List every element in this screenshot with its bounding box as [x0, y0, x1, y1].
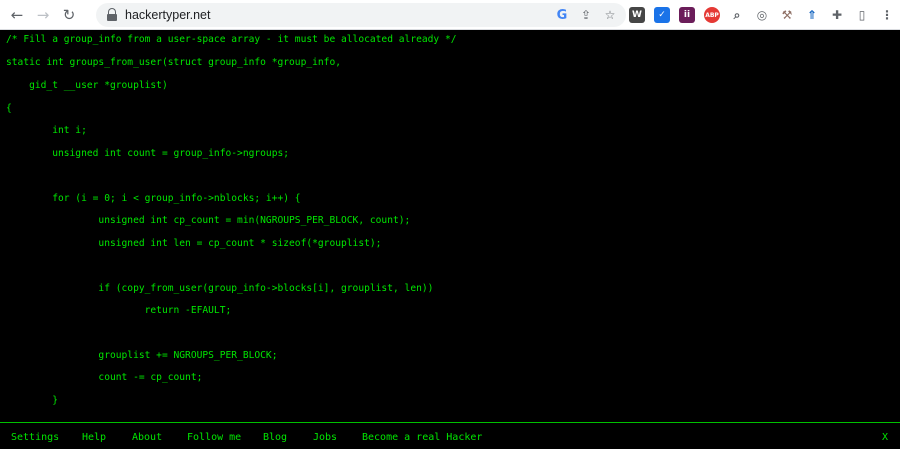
bookmark-star-icon[interactable]: ☆ [602, 7, 618, 23]
tools-extension-icon[interactable]: ⚒ [779, 7, 795, 23]
google-lens-icon[interactable]: G [554, 7, 570, 23]
settings-link[interactable]: Settings [11, 432, 59, 443]
code-line: } [6, 395, 58, 406]
about-link[interactable]: About [132, 432, 162, 443]
code-line: grouplist += NGROUPS_PER_BLOCK; [6, 350, 278, 361]
share-icon[interactable]: ⇪ [578, 7, 594, 23]
code-line: if (copy_from_user(group_info->blocks[i]… [6, 283, 434, 294]
tree-extension-icon[interactable]: ⇑ [804, 7, 820, 23]
browser-toolbar: ← → ↻ hackertyper.net G ⇪ ☆ W ✓ ii ABP ⌕ ◎ ⚒ ⇑ ✚… [0, 0, 900, 30]
abp-extension-icon[interactable]: ABP [704, 7, 720, 23]
footer-bar: Settings Help About Follow me Blog Jobs … [0, 422, 900, 449]
code-line: /* Fill a group_info from a user-space a… [6, 34, 457, 45]
follow-me-link[interactable]: Follow me [187, 432, 241, 443]
menu-dots-icon[interactable]: ⋮ [879, 7, 895, 23]
forward-arrow-icon[interactable]: → [30, 2, 56, 28]
close-footer-button[interactable]: X [882, 432, 888, 443]
jobs-link[interactable]: Jobs [313, 432, 337, 443]
check-extension-icon[interactable]: ✓ [654, 7, 670, 23]
puzzle-extension-icon[interactable]: ✚ [829, 7, 845, 23]
help-link[interactable]: Help [82, 432, 106, 443]
lock-icon[interactable] [105, 8, 119, 22]
wordpress-extension-icon[interactable]: W [629, 7, 645, 23]
code-line: gid_t __user *grouplist) [6, 80, 168, 91]
code-line: count -= cp_count; [6, 372, 203, 383]
code-line: unsigned int cp_count = min(NGROUPS_PER_… [6, 215, 411, 226]
code-line: unsigned int count = group_info->ngroups… [6, 148, 290, 159]
sidebar-icon[interactable]: ▯ [854, 7, 870, 23]
code-line: unsigned int len = cp_count * sizeof(*gr… [6, 238, 382, 249]
reload-icon[interactable]: ↻ [56, 2, 82, 28]
search-extension-icon[interactable]: ⌕ [729, 7, 745, 23]
code-line: return -EFAULT; [6, 305, 232, 316]
code-line: { [6, 103, 12, 114]
blog-link[interactable]: Blog [263, 432, 287, 443]
address-bar[interactable]: hackertyper.net G ⇪ ☆ [96, 3, 626, 27]
ii-extension-icon[interactable]: ii [679, 7, 695, 23]
compass-extension-icon[interactable]: ◎ [754, 7, 770, 23]
url-text: hackertyper.net [125, 8, 211, 22]
extensions-bar: W ✓ ii ABP ⌕ ◎ ⚒ ⇑ ✚ ▯ ⋮ [629, 7, 895, 23]
code-line: static int groups_from_user(struct group… [6, 57, 342, 68]
code-line: for (i = 0; i < group_info->nblocks; i++… [6, 193, 301, 204]
code-line: int i; [6, 125, 87, 136]
become-hacker-link[interactable]: Become a real Hacker [362, 432, 482, 443]
back-arrow-icon[interactable]: ← [4, 2, 30, 28]
